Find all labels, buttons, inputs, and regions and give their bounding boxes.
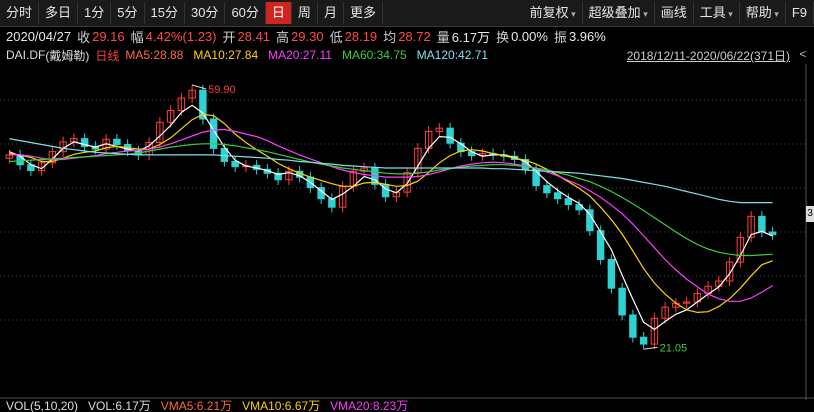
info-date: 2020/04/27 xyxy=(6,28,72,44)
high-marker-leader xyxy=(191,84,207,90)
candle-body xyxy=(564,198,573,206)
period-tab[interactable]: 1分 xyxy=(78,2,112,24)
info-low-label: 低 xyxy=(329,29,343,45)
vol-title: VOL(5,10,20) xyxy=(6,400,79,412)
vol-value: VOL:6.17万 xyxy=(88,400,151,412)
candle-body xyxy=(381,183,390,198)
period-tab[interactable]: 月 xyxy=(318,2,344,24)
info-turnover-label: 换 xyxy=(496,29,510,45)
period-tab[interactable]: 15分 xyxy=(145,2,185,24)
candle-body xyxy=(629,314,637,338)
line-ma60 xyxy=(9,143,773,257)
ma20-legend: MA20:27.11 xyxy=(268,48,332,62)
candle-body xyxy=(758,215,766,233)
vma10-value: VMA10:6.67万 xyxy=(242,400,321,412)
candle-body xyxy=(607,258,616,289)
info-close-label: 收 xyxy=(77,29,91,45)
kline-chart[interactable]: 59.90 21.05 xyxy=(0,64,814,400)
info-close: 29.16 xyxy=(92,28,125,44)
low-marker-label: 21.05 xyxy=(660,342,688,354)
low-marker-leader xyxy=(643,346,658,350)
info-open-label: 开 xyxy=(222,29,236,45)
date-range[interactable]: 2018/12/11-2020/06/22(371日) xyxy=(627,47,790,64)
info-high: 29.30 xyxy=(291,28,324,44)
info-amp: 3.96% xyxy=(568,28,606,44)
candle-body xyxy=(768,231,777,236)
help-menu[interactable]: 帮助 xyxy=(740,2,786,24)
period-tab[interactable]: 5分 xyxy=(111,2,145,24)
draw-line-button[interactable]: 画线 xyxy=(655,2,694,24)
ma120-legend: MA120:42.71 xyxy=(416,48,489,62)
period-tab[interactable]: 周 xyxy=(292,2,318,24)
tools-menu[interactable]: 工具 xyxy=(694,2,740,24)
candle-body xyxy=(543,185,551,194)
ma-symbol: DAI.DF xyxy=(6,48,46,62)
candle-body xyxy=(231,160,239,168)
range-collapse-button[interactable]: < xyxy=(796,46,810,62)
candle-body xyxy=(113,138,121,145)
ma-stock-name: (戴姆勒) xyxy=(45,48,90,63)
high-marker-label: 59.90 xyxy=(208,84,236,96)
period-toolbar: 分时多日1分5分15分30分60分日周月更多 前复权超级叠加画线工具帮助F9 xyxy=(0,0,814,27)
period-tab[interactable]: 多日 xyxy=(39,2,79,24)
candle-body xyxy=(618,287,626,316)
candle-body xyxy=(446,127,454,144)
volume-legend: VOL(5,10,20) VOL:6.17万 VMA5:6.21万 VMA10:… xyxy=(0,400,814,412)
info-avg: 28.72 xyxy=(398,28,431,44)
right-edge-marker: 3 xyxy=(806,206,814,222)
candle-body xyxy=(586,209,594,232)
candle-body xyxy=(639,336,648,345)
vma20-value: VMA20:8.23万 xyxy=(330,400,409,412)
period-tab[interactable]: 60分 xyxy=(225,2,266,24)
fuquan-dropdown[interactable]: 前复权 xyxy=(524,2,583,24)
ma60-legend: MA60:34.75 xyxy=(341,48,407,62)
info-vol: 6.17万 xyxy=(451,29,491,45)
vma5-value: VMA5:6.21万 xyxy=(160,400,233,412)
info-low: 28.19 xyxy=(344,28,378,44)
f9-button[interactable]: F9 xyxy=(786,2,814,24)
ma10-legend: MA10:27.84 xyxy=(193,48,259,62)
info-change: 4.42%(1.23) xyxy=(145,28,217,44)
period-tab[interactable]: 更多 xyxy=(344,2,383,24)
info-avg-label: 均 xyxy=(383,29,397,45)
line-ma20 xyxy=(9,128,773,302)
info-turnover: 0.00% xyxy=(511,28,548,44)
period-tab[interactable]: 分时 xyxy=(0,2,40,24)
info-vol-label: 量 xyxy=(436,29,450,45)
overlay-dropdown[interactable]: 超级叠加 xyxy=(583,2,655,24)
quote-info-bar: 2020/04/27 收 29.16 幅 4.42%(1.23) 开 28.41 高2… xyxy=(0,26,814,46)
info-open: 28.41 xyxy=(237,28,271,44)
line-ma10 xyxy=(9,113,773,314)
info-change-label: 幅 xyxy=(130,29,144,45)
ma-period[interactable]: 日线 xyxy=(95,47,119,64)
ma5-legend: MA5:28.88 xyxy=(125,48,184,62)
candle-body xyxy=(553,192,562,200)
period-tab[interactable]: 日 xyxy=(265,2,292,24)
info-high-label: 高 xyxy=(276,29,290,45)
line-ma5 xyxy=(9,104,773,331)
period-tab[interactable]: 30分 xyxy=(185,2,226,24)
info-amp-label: 振 xyxy=(553,29,567,45)
